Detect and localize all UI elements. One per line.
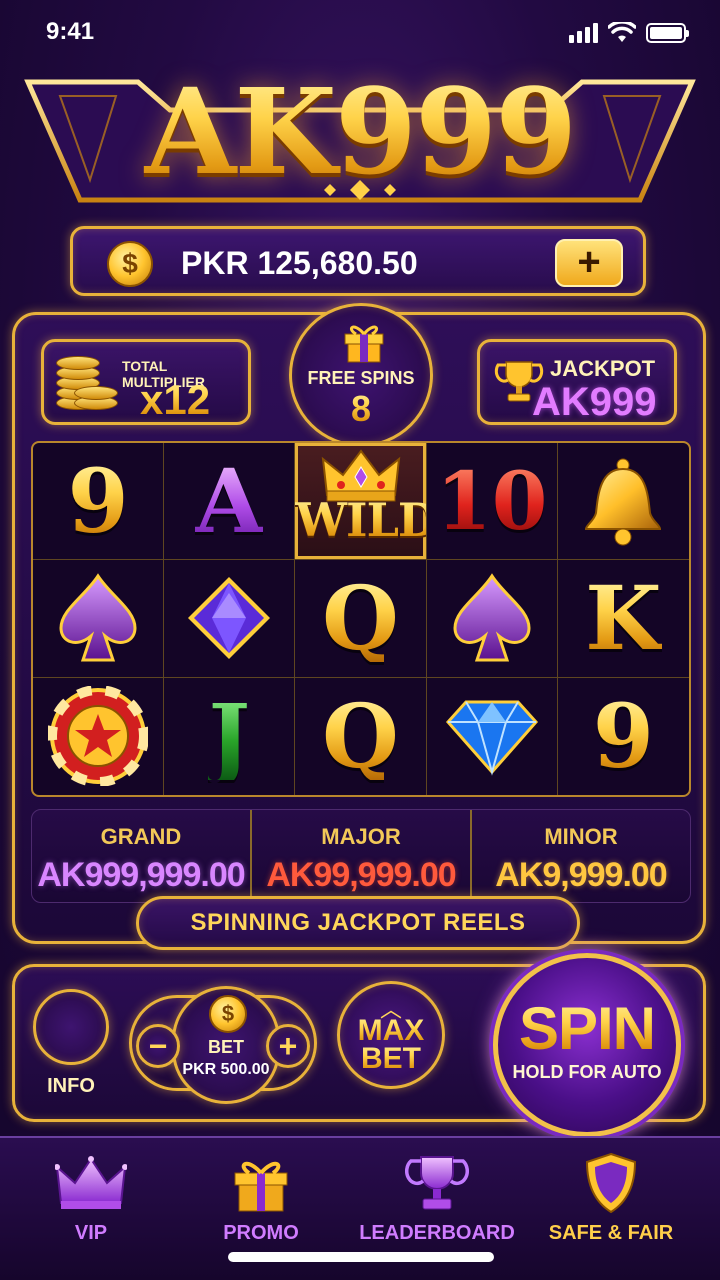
nav-item-vip[interactable]: VIP	[6, 1148, 176, 1245]
reel-cell	[33, 677, 165, 795]
reels-caption: SPINNING JACKPOT REELS	[136, 896, 580, 950]
home-indicator[interactable]	[228, 1252, 494, 1262]
symbol-king: K	[585, 566, 662, 671]
purple-gem-icon	[188, 577, 271, 660]
balance-amount: PKR 125,680.50	[181, 245, 418, 281]
reel-cell: 10	[426, 443, 558, 561]
crown-icon	[55, 1156, 127, 1209]
gift-icon	[234, 1161, 288, 1212]
tier-amount: AK9,999.00	[495, 856, 667, 894]
coin-stack-icon	[56, 356, 118, 416]
spade-icon	[453, 573, 531, 662]
coin-icon: $	[209, 995, 247, 1033]
reel-cell-wild: WILD	[295, 443, 438, 561]
reel-cell: K	[557, 560, 689, 678]
logo-banner: AK999	[20, 60, 700, 220]
symbol-ten: 10	[436, 454, 548, 549]
brand-logo: AK999	[20, 62, 700, 201]
decrease-bet-button[interactable]: −	[136, 1024, 180, 1068]
bet-selector: $ BET PKR 500.00 − +	[129, 986, 317, 1104]
info-label: INFO	[47, 1075, 95, 1097]
tier-major: MAJOR AK99,999.00	[250, 810, 470, 902]
nav-label: LEADERBOARD	[359, 1222, 515, 1244]
bet-label: BET	[208, 1037, 244, 1057]
blue-diamond-icon	[445, 700, 538, 777]
tier-amount: AK99,999.00	[266, 856, 456, 894]
battery-icon	[646, 23, 689, 43]
reel-grid: 9 A WILD 10 Q K J Q 9	[31, 441, 691, 797]
max-bet-button[interactable]: ︿ MAX BET	[337, 981, 445, 1089]
tier-name: MINOR	[544, 824, 618, 849]
symbol-jack: J	[208, 684, 251, 789]
bell-icon	[585, 458, 662, 546]
multiplier-value: x12	[140, 376, 211, 423]
free-spins-label: FREE SPINS	[307, 368, 415, 388]
nav-item-promo[interactable]: PROMO	[176, 1148, 346, 1245]
reel-cell	[427, 677, 558, 795]
reel-cell: Q	[295, 677, 427, 795]
nav-item-safe-fair[interactable]: SAFE & FAIR	[526, 1148, 696, 1245]
symbol-queen: Q	[322, 684, 399, 789]
jackpot-tiers: GRAND AK999,999.00 MAJOR AK99,999.00 MIN…	[31, 809, 691, 903]
game-board: TOTAL MULTIPLIER x12 FREE SPINS 8 JACKPO…	[12, 303, 706, 944]
nav-label: PROMO	[223, 1222, 299, 1244]
jackpot-panel: JACKPOT AK999	[477, 339, 677, 425]
coin-icon: $	[107, 241, 153, 287]
reel-cell: J	[164, 677, 296, 795]
wifi-icon	[608, 22, 636, 42]
control-panel: i INFO $ BET PKR 500.00 − + ︿ MAX BET SP…	[12, 953, 706, 1137]
reel-cell	[33, 560, 165, 678]
gift-icon	[344, 325, 384, 363]
tier-minor: MINOR AK9,999.00	[470, 810, 690, 902]
spin-label: SPIN	[498, 994, 676, 1063]
reel-cell: 9	[558, 678, 689, 795]
status-time: 9:41	[46, 18, 95, 45]
increase-bet-button[interactable]: +	[266, 1024, 310, 1068]
jackpot-label: JACKPOT	[550, 356, 656, 381]
status-icons	[569, 22, 689, 44]
add-funds-button[interactable]: +	[555, 239, 623, 287]
cellular-signal-icon	[569, 23, 598, 43]
tier-name: GRAND	[100, 824, 182, 849]
tier-name: MAJOR	[321, 824, 401, 849]
shield-icon	[585, 1152, 637, 1214]
poker-chip-icon	[48, 686, 149, 787]
nav-item-leaderboard[interactable]: LEADERBOARD	[352, 1148, 522, 1245]
symbol-nine: 9	[67, 449, 129, 554]
spin-sublabel: HOLD FOR AUTO	[512, 1062, 662, 1082]
spade-icon	[59, 573, 137, 662]
tier-grand: GRAND AK999,999.00	[32, 810, 250, 902]
reel-cell	[164, 560, 296, 678]
balance-bar: $ PKR 125,680.50 +	[70, 226, 646, 296]
tier-amount: AK999,999.00	[37, 856, 245, 894]
reel-cell: 9	[33, 443, 165, 561]
total-multiplier-panel: TOTAL MULTIPLIER x12	[41, 339, 251, 425]
trophy-icon	[405, 1156, 469, 1210]
reel-cell: Q	[295, 560, 427, 678]
bet-display: $ BET PKR 500.00	[172, 986, 280, 1104]
max-bet-label-line2: BET	[340, 1042, 442, 1076]
reel-cell: A	[164, 443, 296, 561]
reel-cell	[426, 560, 558, 678]
symbol-queen: Q	[322, 566, 399, 671]
spin-button[interactable]: SPIN HOLD FOR AUTO	[493, 953, 681, 1137]
nav-label: VIP	[74, 1222, 108, 1244]
status-bar: 9:41	[0, 0, 720, 64]
nav-label: SAFE & FAIR	[548, 1222, 674, 1244]
symbol-wild: WILD	[295, 493, 437, 548]
symbol-ace: A	[195, 449, 264, 554]
free-spins-badge: FREE SPINS 8	[289, 303, 433, 447]
free-spins-count: 8	[292, 388, 430, 430]
info-button[interactable]: i	[33, 989, 109, 1065]
reel-cell	[557, 443, 689, 561]
jackpot-value: AK999	[532, 380, 657, 424]
symbol-nine: 9	[592, 684, 654, 789]
